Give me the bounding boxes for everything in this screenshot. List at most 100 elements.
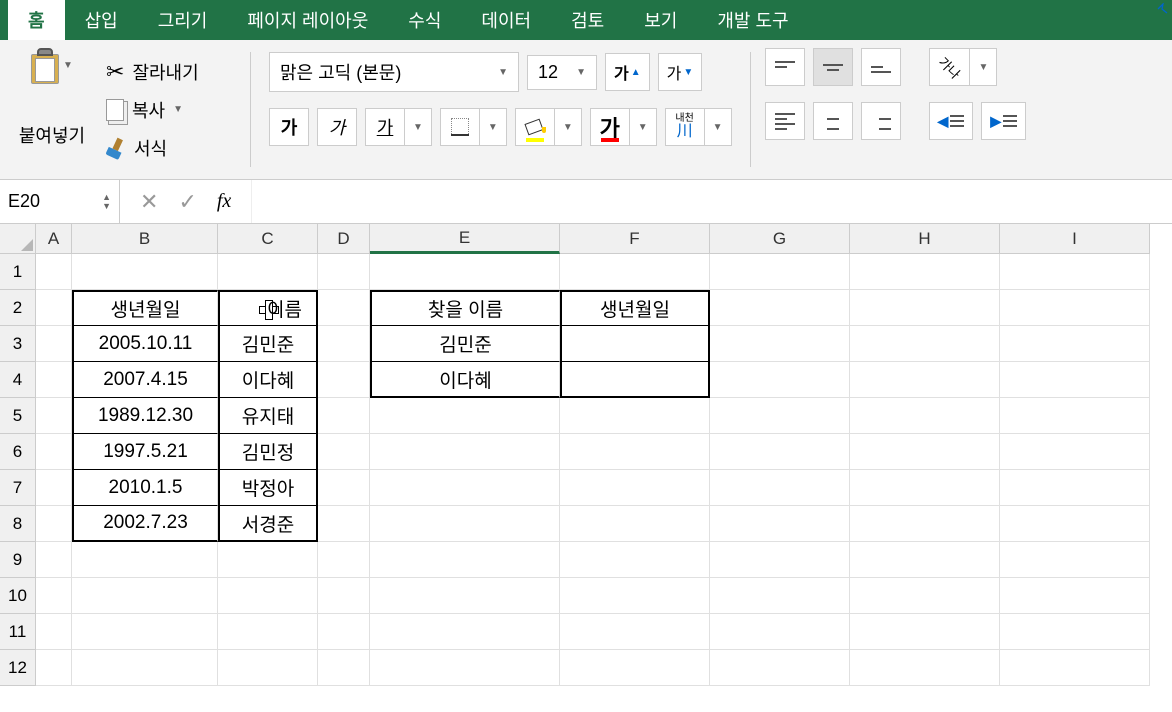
cell[interactable] (1000, 362, 1150, 398)
cell[interactable] (370, 398, 560, 434)
align-top-button[interactable] (765, 48, 805, 86)
row-header-8[interactable]: 8 (0, 506, 36, 542)
cell[interactable] (318, 614, 370, 650)
cell[interactable]: 박정아 (218, 470, 318, 506)
cell[interactable] (218, 542, 318, 578)
border-button[interactable] (440, 108, 480, 146)
cell[interactable]: 1997.5.21 (72, 434, 218, 470)
cell[interactable]: 이다혜 (218, 362, 318, 398)
cell[interactable] (850, 650, 1000, 686)
cell[interactable] (318, 398, 370, 434)
cell[interactable] (710, 290, 850, 326)
cell[interactable] (850, 542, 1000, 578)
cell[interactable] (318, 470, 370, 506)
cell[interactable] (560, 542, 710, 578)
row-header-12[interactable]: 12 (0, 650, 36, 686)
cell[interactable] (36, 290, 72, 326)
cell[interactable] (72, 254, 218, 290)
copy-button[interactable]: 복사 ▼ (106, 97, 236, 123)
name-box-stepper[interactable]: ▲▼ (102, 193, 111, 211)
cell[interactable] (1000, 542, 1150, 578)
cell[interactable] (218, 614, 318, 650)
cell[interactable] (36, 398, 72, 434)
cell[interactable]: 2005.10.11 (72, 326, 218, 362)
align-middle-button[interactable] (813, 48, 853, 86)
cell[interactable] (710, 542, 850, 578)
cell[interactable] (318, 326, 370, 362)
col-header-I[interactable]: I (1000, 224, 1150, 254)
underline-dropdown[interactable]: ▼ (405, 108, 432, 146)
cell[interactable] (850, 254, 1000, 290)
cell[interactable]: 생년월일 (560, 290, 710, 326)
formula-input[interactable] (251, 180, 1172, 223)
cell[interactable] (1000, 650, 1150, 686)
orientation-dropdown[interactable]: ▼ (970, 48, 997, 86)
align-bottom-button[interactable] (861, 48, 901, 86)
paste-button[interactable] (31, 48, 59, 84)
cell[interactable]: 김민준 (370, 326, 560, 362)
cell[interactable] (710, 578, 850, 614)
cell[interactable] (72, 614, 218, 650)
fx-button[interactable]: fx (217, 190, 231, 213)
phonetic-button[interactable]: 내천 川 (665, 108, 705, 146)
cell[interactable] (850, 326, 1000, 362)
bold-button[interactable]: 가 (269, 108, 309, 146)
cancel-formula-button[interactable]: ✕ (140, 189, 158, 215)
cell[interactable] (560, 506, 710, 542)
cell[interactable] (560, 254, 710, 290)
cell[interactable] (710, 470, 850, 506)
row-header-4[interactable]: 4 (0, 362, 36, 398)
fill-color-button[interactable] (515, 108, 555, 146)
increase-font-button[interactable]: 가▲ (605, 53, 650, 91)
cell[interactable] (36, 506, 72, 542)
align-center-button[interactable] (813, 102, 853, 140)
cell[interactable] (36, 650, 72, 686)
border-dropdown[interactable]: ▼ (480, 108, 507, 146)
cell[interactable]: 1989.12.30 (72, 398, 218, 434)
tab-insert[interactable]: 삽입 (65, 0, 138, 40)
paste-dropdown-arrow[interactable]: ▼ (63, 60, 73, 71)
cell[interactable] (218, 254, 318, 290)
tab-view[interactable]: 보기 (624, 0, 697, 40)
row-header-6[interactable]: 6 (0, 434, 36, 470)
cell[interactable] (318, 290, 370, 326)
cell[interactable] (710, 398, 850, 434)
col-header-D[interactable]: D (318, 224, 370, 254)
cell[interactable] (850, 614, 1000, 650)
cell[interactable] (370, 578, 560, 614)
cell[interactable] (560, 578, 710, 614)
cell[interactable] (370, 470, 560, 506)
cell[interactable]: 유지태 (218, 398, 318, 434)
decrease-indent-button[interactable]: ◀ (929, 102, 974, 140)
row-header-11[interactable]: 11 (0, 614, 36, 650)
col-header-A[interactable]: A (36, 224, 72, 254)
cell[interactable]: 찾을 이름 (370, 290, 560, 326)
cell[interactable] (370, 614, 560, 650)
cell[interactable] (72, 542, 218, 578)
tab-home[interactable]: 홈 (8, 0, 65, 40)
cell[interactable] (850, 398, 1000, 434)
cell[interactable] (370, 254, 560, 290)
cell[interactable] (1000, 578, 1150, 614)
cell[interactable] (710, 434, 850, 470)
row-header-5[interactable]: 5 (0, 398, 36, 434)
cell[interactable] (36, 542, 72, 578)
name-box[interactable]: E20 ▲▼ (0, 180, 120, 223)
cell[interactable] (850, 470, 1000, 506)
accept-formula-button[interactable]: ✓ (178, 189, 196, 215)
font-color-button[interactable]: 가 (590, 108, 630, 146)
cell[interactable]: 2007.4.15 (72, 362, 218, 398)
cell[interactable]: 이름 (218, 290, 318, 326)
decrease-font-button[interactable]: 가▼ (658, 53, 703, 91)
cell[interactable]: 생년월일 (72, 290, 218, 326)
align-right-button[interactable] (861, 102, 901, 140)
row-header-1[interactable]: 1 (0, 254, 36, 290)
cell[interactable] (318, 578, 370, 614)
cell[interactable]: 2010.1.5 (72, 470, 218, 506)
cell[interactable] (318, 506, 370, 542)
col-header-H[interactable]: H (850, 224, 1000, 254)
cell[interactable] (36, 254, 72, 290)
row-header-9[interactable]: 9 (0, 542, 36, 578)
cell[interactable] (36, 326, 72, 362)
cell[interactable]: 이다혜 (370, 362, 560, 398)
